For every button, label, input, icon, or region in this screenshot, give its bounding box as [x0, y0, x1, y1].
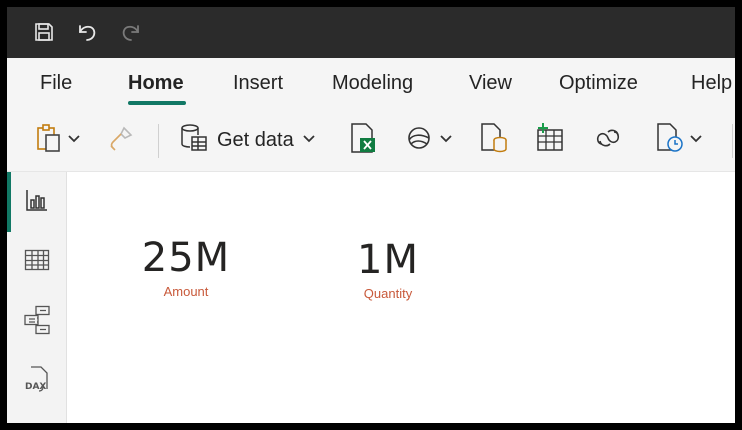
tab-file[interactable]: File — [40, 72, 72, 95]
tab-help[interactable]: Help — [691, 72, 732, 95]
dax-query-view-icon: DAX — [23, 365, 51, 400]
undo-icon[interactable] — [74, 19, 100, 45]
enter-data-icon — [535, 122, 565, 159]
table-view-button[interactable] — [7, 240, 67, 284]
paste-button[interactable] — [35, 122, 81, 158]
ribbon-tabs: File Home Insert Modeling View Optimize … — [7, 58, 735, 112]
tab-home[interactable]: Home — [128, 72, 184, 95]
view-switcher: DAX — [7, 172, 67, 423]
app-window: File Home Insert Modeling View Optimize … — [7, 7, 735, 423]
redo-icon — [118, 19, 144, 45]
chevron-down-icon — [439, 131, 453, 149]
recent-sources-icon — [655, 122, 685, 159]
title-bar — [7, 7, 735, 58]
save-icon[interactable] — [31, 19, 57, 45]
ribbon-toolbar: Get data — [7, 112, 735, 172]
excel-icon — [349, 122, 377, 159]
format-painter-button[interactable] — [107, 122, 135, 158]
model-view-button[interactable] — [7, 300, 67, 344]
card-visual-amount[interactable]: 25M Amount — [128, 234, 244, 299]
tab-modeling[interactable]: Modeling — [332, 72, 413, 95]
paste-icon — [35, 123, 63, 158]
report-canvas[interactable]: 25M Amount 1M Quantity — [68, 172, 735, 423]
ribbon-separator — [732, 124, 733, 158]
dataverse-icon — [594, 124, 624, 157]
sql-server-button[interactable] — [479, 122, 509, 158]
dax-query-view-button[interactable]: DAX — [7, 360, 67, 404]
enter-data-button[interactable] — [535, 122, 565, 158]
report-view-icon — [25, 188, 49, 217]
recent-sources-button[interactable] — [655, 122, 703, 158]
card-label: Quantity — [363, 286, 413, 301]
tab-insert[interactable]: Insert — [233, 72, 283, 95]
format-painter-icon — [107, 124, 135, 157]
dataverse-button[interactable] — [594, 122, 624, 158]
card-visual-quantity[interactable]: 1M Quantity — [338, 236, 438, 301]
active-tab-indicator — [128, 101, 186, 105]
model-view-icon — [23, 305, 51, 340]
ribbon-separator — [158, 124, 159, 158]
table-view-icon — [24, 248, 50, 277]
chevron-down-icon — [689, 131, 703, 149]
get-data-label: Get data — [217, 128, 294, 151]
report-view-button[interactable] — [7, 180, 67, 224]
onelake-icon — [405, 124, 433, 157]
chevron-down-icon — [302, 131, 316, 149]
onelake-catalog-button[interactable] — [405, 122, 453, 158]
get-data-icon — [179, 122, 209, 159]
tab-optimize[interactable]: Optimize — [559, 72, 638, 95]
card-value: 1M — [357, 237, 419, 283]
card-label: Amount — [163, 284, 209, 299]
sql-server-icon — [479, 122, 509, 159]
get-data-button[interactable]: Get data — [179, 122, 316, 158]
card-value: 25M — [141, 235, 231, 281]
chevron-down-icon — [67, 131, 81, 149]
excel-workbook-button[interactable] — [349, 122, 377, 158]
tab-view[interactable]: View — [469, 72, 512, 95]
